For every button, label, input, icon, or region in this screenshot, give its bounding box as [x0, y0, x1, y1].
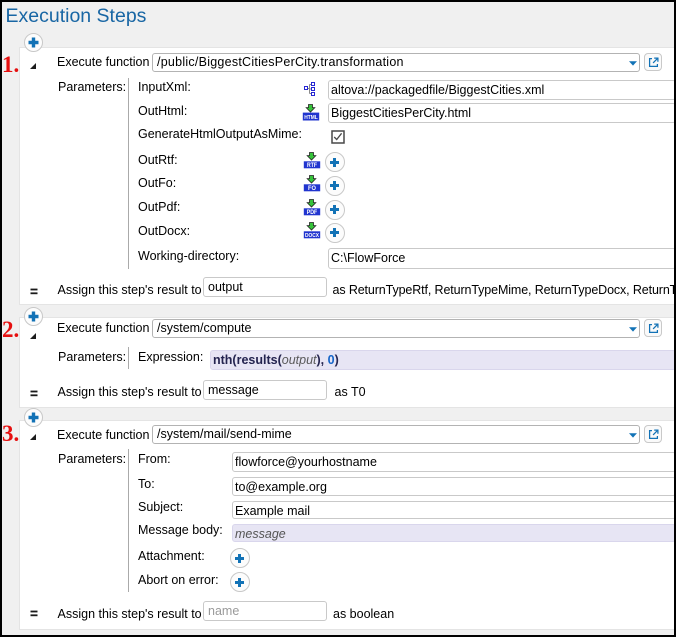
svg-text:DOCX: DOCX	[305, 233, 320, 239]
svg-text:FO: FO	[308, 186, 316, 192]
svg-text:PDF: PDF	[306, 210, 317, 216]
svg-text:HTML: HTML	[304, 114, 318, 120]
svg-text:RTF: RTF	[307, 163, 317, 169]
